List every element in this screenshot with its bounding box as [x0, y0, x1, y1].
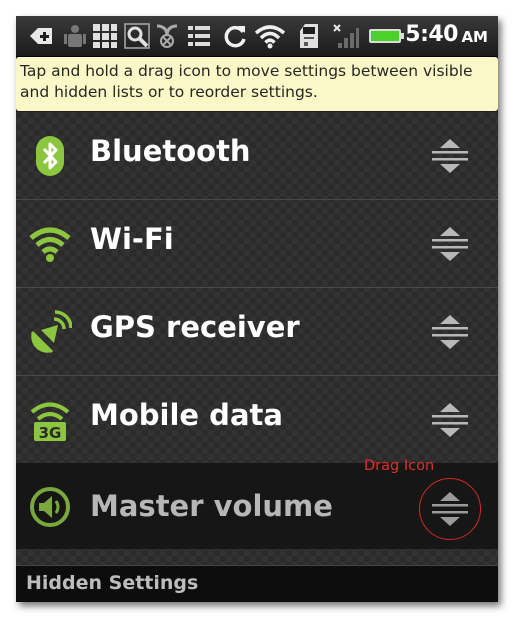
wifi-icon: [28, 222, 72, 266]
status-ampm: AM: [461, 28, 488, 46]
drag-hint-banner: Tap and hold a drag icon to move setting…: [16, 57, 498, 111]
setting-label: Master volume: [90, 489, 333, 523]
gps-icon: [28, 310, 73, 354]
search-icon: [124, 23, 150, 49]
sync-icon: [222, 23, 248, 49]
setting-row-mobile-data[interactable]: 3G Mobile data: [16, 376, 498, 464]
menu-icon: [186, 23, 212, 49]
status-time: 5:40: [405, 22, 458, 47]
sd-card-icon: [298, 23, 320, 49]
setting-label: Wi-Fi: [90, 222, 174, 256]
setting-row-bluetooth[interactable]: Bluetooth: [16, 112, 498, 200]
drag-icon-highlight-circle: [419, 478, 481, 540]
phone-screen: 5:40 AM Tap and hold a drag icon to move…: [16, 16, 498, 602]
setting-label: Mobile data: [90, 398, 283, 432]
bluetooth-icon: [28, 134, 72, 178]
drag-icon-annotation: Drag Icon: [364, 458, 435, 474]
setting-label: GPS receiver: [90, 310, 300, 344]
visible-settings-list: Bluetooth Wi-Fi GPS receiver 3G Mobile d…: [16, 112, 498, 602]
drag-handle-icon[interactable]: [430, 226, 470, 262]
sync-blocked-icon: [154, 23, 180, 49]
wifi-icon: [254, 23, 286, 49]
setting-row-wifi[interactable]: Wi-Fi: [16, 200, 498, 288]
status-bar: 5:40 AM: [16, 16, 498, 57]
drag-handle-icon[interactable]: [430, 138, 470, 174]
keyboard-icon: [92, 23, 118, 49]
hidden-settings-header: Hidden Settings: [16, 565, 498, 602]
drag-handle-icon[interactable]: [430, 402, 470, 438]
add-notification-icon: [28, 23, 54, 49]
setting-row-gps[interactable]: GPS receiver: [16, 288, 498, 376]
svg-text:3G: 3G: [39, 424, 62, 442]
battery-icon: [368, 23, 406, 49]
volume-icon: [28, 485, 72, 529]
drag-handle-icon[interactable]: [430, 314, 470, 350]
usb-debug-icon: [62, 23, 88, 49]
setting-label: Bluetooth: [90, 134, 251, 168]
hidden-settings-title: Hidden Settings: [26, 572, 199, 594]
signal-icon: [332, 23, 360, 49]
mobile-data-3g-icon: 3G: [28, 398, 72, 442]
